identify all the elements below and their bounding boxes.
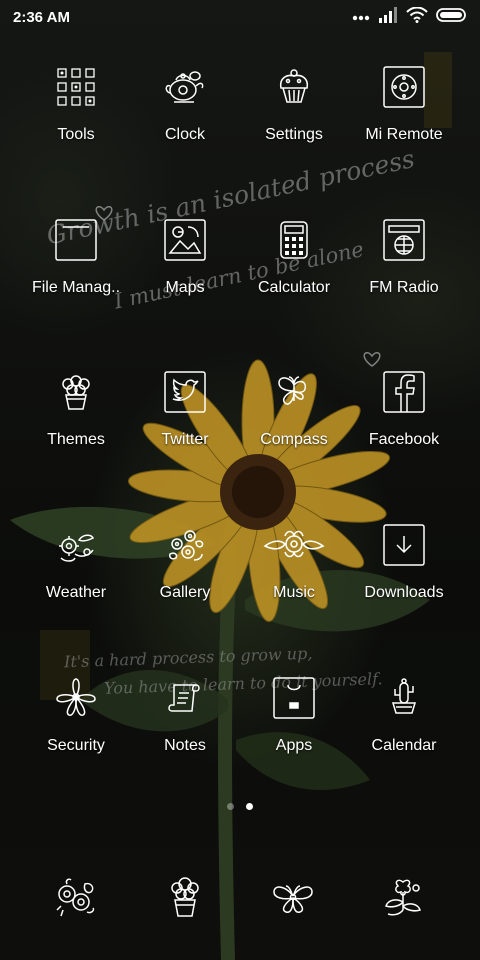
download-icon: [383, 524, 425, 566]
compass-butterfly-icon: [273, 371, 315, 413]
gallery-flowers-icon: [164, 524, 206, 566]
app-twitter[interactable]: Twitter: [130, 371, 240, 491]
page-dot[interactable]: [227, 803, 234, 810]
camera-flowers-icon: [385, 879, 421, 916]
app-notes[interactable]: Notes: [130, 677, 240, 797]
app-clock[interactable]: Clock: [130, 66, 240, 186]
app-maps[interactable]: Maps: [130, 219, 240, 339]
security-flower-icon: [55, 677, 97, 719]
dock-messages[interactable]: [160, 874, 210, 920]
app-label: File Manag..: [31, 279, 121, 296]
app-security[interactable]: Security: [21, 677, 131, 797]
app-label: Gallery: [159, 584, 211, 601]
app-label: Settings: [265, 126, 323, 143]
app-label: Clock: [164, 126, 205, 143]
app-themes[interactable]: Themes: [21, 371, 131, 491]
app-tools[interactable]: Tools: [21, 66, 131, 186]
app-label: Weather: [45, 584, 107, 601]
app-mi-remote[interactable]: Mi Remote: [349, 66, 459, 186]
app-settings[interactable]: Settings: [239, 66, 349, 186]
dots-icon: [352, 8, 370, 26]
signal-icon: [378, 6, 398, 28]
app-label: Twitter: [161, 431, 209, 448]
app-music[interactable]: Music: [239, 524, 349, 644]
app-calculator[interactable]: Calculator: [239, 219, 349, 339]
app-apps[interactable]: Apps: [239, 677, 349, 797]
app-file-manager[interactable]: File Manag..: [21, 219, 131, 339]
facebook-icon: [383, 371, 425, 413]
app-facebook[interactable]: Facebook: [349, 371, 459, 491]
app-label: Tools: [57, 126, 95, 143]
messages-flowerpot-icon: [171, 877, 199, 917]
wifi-icon: [406, 6, 428, 28]
clock-teapot-icon: [164, 66, 206, 108]
tools-grid-icon: [55, 66, 97, 108]
calculator-icon: [273, 219, 315, 261]
app-label: Maps: [165, 279, 205, 296]
app-label: Facebook: [368, 431, 440, 448]
app-label: FM Radio: [369, 279, 439, 296]
status-time: 2:36 AM: [13, 9, 70, 26]
phone-flowers-icon: [56, 878, 95, 917]
app-calendar[interactable]: Calendar: [349, 677, 459, 797]
app-gallery[interactable]: Gallery: [130, 524, 240, 644]
notes-scroll-icon: [164, 677, 206, 719]
dock-camera[interactable]: [378, 874, 428, 920]
browser-butterfly-icon: [273, 885, 313, 913]
themes-flowerpot-icon: [55, 371, 97, 413]
twitter-icon: [164, 371, 206, 413]
app-downloads[interactable]: Downloads: [349, 524, 459, 644]
music-flowers-icon: [263, 524, 325, 566]
app-label: Notes: [164, 737, 206, 754]
app-fm-radio[interactable]: FM Radio: [349, 219, 459, 339]
app-label: Calendar: [371, 737, 437, 754]
app-label: Apps: [275, 737, 313, 754]
folder-icon: [55, 219, 97, 261]
radio-icon: [383, 219, 425, 261]
status-icons: [352, 6, 468, 28]
app-label: Music: [273, 584, 315, 601]
dock-browser[interactable]: [268, 874, 318, 920]
page-dot-active[interactable]: [246, 803, 253, 810]
app-label: Security: [47, 737, 105, 754]
page-indicator: [0, 803, 480, 810]
app-weather[interactable]: Weather: [21, 524, 131, 644]
remote-icon: [383, 66, 425, 108]
app-label: Compass: [260, 431, 328, 448]
status-bar: 2:36 AM: [0, 0, 480, 34]
dock-phone[interactable]: [51, 874, 101, 920]
battery-icon: [436, 7, 468, 28]
settings-cupcake-icon: [273, 66, 315, 108]
calendar-cactus-icon: [383, 677, 425, 719]
maps-icon: [164, 219, 206, 261]
app-label: Downloads: [364, 584, 444, 601]
app-label: Themes: [47, 431, 105, 448]
app-label: Calculator: [257, 279, 331, 296]
app-label: Mi Remote: [365, 126, 443, 143]
app-compass[interactable]: Compass: [239, 371, 349, 491]
apps-bag-icon: [273, 677, 315, 719]
weather-flowers-icon: [55, 524, 97, 566]
